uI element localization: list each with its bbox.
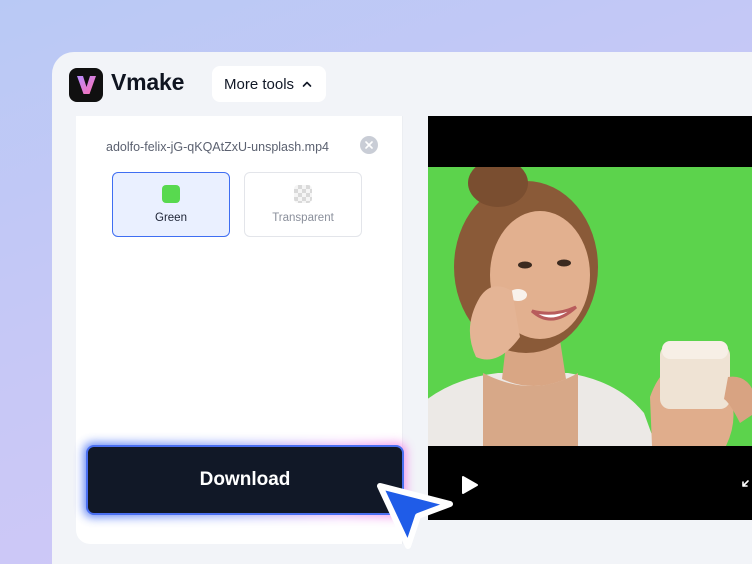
checkerboard-icon [294, 185, 312, 203]
expand-icon[interactable] [741, 474, 752, 488]
background-option-transparent[interactable]: Transparent [244, 172, 362, 237]
mouse-pointer-icon [377, 483, 453, 549]
background-option-green[interactable]: Green [112, 172, 230, 237]
play-icon[interactable] [461, 475, 479, 495]
video-preview-image [428, 167, 752, 446]
more-tools-label: More tools [224, 75, 295, 93]
file-name: adolfo-felix-jG-qKQAtZxU-unsplash.mp4 [106, 140, 329, 154]
background-option-label: Transparent [272, 212, 334, 224]
close-icon[interactable] [360, 136, 378, 154]
video-player[interactable] [428, 116, 752, 520]
video-frame [428, 167, 752, 446]
brand-name: Vmake [111, 69, 185, 95]
more-tools-button[interactable]: More tools [212, 66, 326, 102]
background-option-label: Green [155, 212, 187, 224]
download-button[interactable]: Download [86, 445, 404, 515]
chevron-up-icon [302, 81, 312, 87]
green-swatch-icon [162, 185, 180, 203]
vmake-logo-icon[interactable] [69, 68, 103, 102]
